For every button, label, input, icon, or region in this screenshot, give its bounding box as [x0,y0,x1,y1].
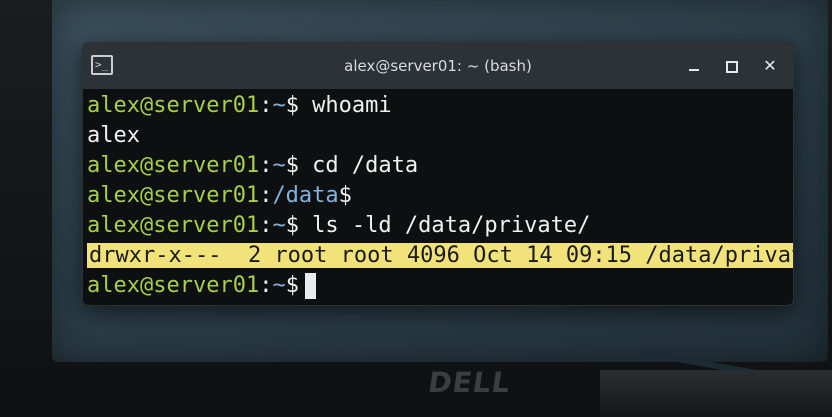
monitor-logo: DELL [426,366,513,399]
text-cursor [304,273,316,299]
prompt-symbol: $ [285,153,299,178]
maximize-button[interactable] [721,55,743,77]
terminal-line: alex@server01:~$ cd /data [87,151,787,181]
prompt-user: alex@server01 [87,93,260,118]
title-bar[interactable]: >_ alex@server01: ~ (bash) ✕ [83,43,793,89]
prompt-path: ~ [272,273,286,298]
monitor-stand [600,370,832,417]
minimize-icon [689,68,699,71]
prompt-path: ~ [272,93,286,118]
terminal-output[interactable]: alex@server01:~$ whoami alex alex@server… [87,91,793,303]
prompt-path: ~ [272,213,286,238]
terminal-line: alex [87,121,787,151]
maximize-icon [726,60,738,73]
prompt-separator: : [259,183,273,208]
terminal-line: alex@server01:~$ [87,271,787,301]
prompt-separator: : [259,153,273,178]
prompt-symbol: $ [285,213,299,238]
prompt-user: alex@server01 [87,213,260,238]
prompt-symbol: $ [285,93,299,118]
minimize-button[interactable] [683,55,705,77]
highlighted-output: drwxr-x--- 2 root root 4096 Oct 14 09:15… [87,243,793,268]
prompt-user: alex@server01 [87,153,260,178]
prompt-separator: : [259,273,273,298]
prompt-path: ~ [272,153,286,178]
prompt-separator: : [259,213,273,238]
terminal-window: >_ alex@server01: ~ (bash) ✕ alex@server… [82,42,794,306]
prompt-symbol: $ [338,183,352,208]
prompt-user: alex@server01 [87,273,260,298]
terminal-line: drwxr-x--- 2 root root 4096 Oct 14 09:15… [87,241,793,271]
prompt-separator: : [259,93,273,118]
close-button[interactable]: ✕ [759,55,781,77]
prompt-user: alex@server01 [87,183,260,208]
command-text: whoami [298,93,392,118]
command-output: alex [87,123,140,148]
prompt-path: /data [272,183,339,208]
terminal-line: alex@server01:~$ ls -ld /data/private/ [87,211,787,241]
terminal-line: alex@server01:/data$ [87,181,787,211]
prompt-symbol: $ [285,273,299,298]
terminal-line: alex@server01:~$ whoami [87,91,787,121]
close-icon: ✕ [763,56,777,75]
command-text: cd /data [298,153,419,178]
command-text: ls -ld /data/private/ [298,213,591,238]
